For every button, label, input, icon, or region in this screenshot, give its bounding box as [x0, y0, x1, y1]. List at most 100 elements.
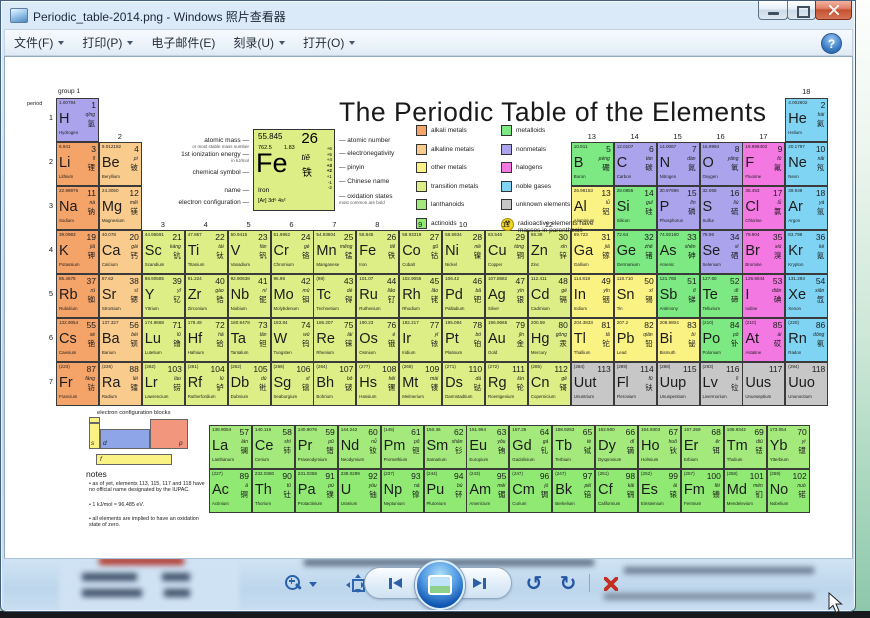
previous-button[interactable]: [382, 576, 408, 590]
chinese-name: 钨: [302, 339, 310, 348]
atomic-number: 71: [172, 320, 182, 330]
atomic-number: 82: [644, 320, 654, 330]
chinese-name: 镄: [712, 490, 720, 499]
atomic-number: 31: [601, 232, 611, 242]
element-name: Oxygen: [702, 174, 718, 179]
delete-button[interactable]: [600, 574, 622, 594]
atomic-number: 117: [768, 364, 783, 374]
group-13-label: 13: [587, 132, 596, 141]
chemical-symbol: Uup: [659, 375, 687, 391]
legend-swatch: [416, 125, 427, 136]
zoom-button[interactable]: [282, 572, 304, 594]
group-18-label: 18: [802, 87, 811, 96]
atomic-mass: 87.62: [101, 276, 114, 281]
element-name: Thorium: [254, 501, 271, 506]
photo-viewer-window: Periodic_table-2014.png - Windows 照片查看器 …: [0, 0, 856, 612]
chemical-symbol: Ge: [616, 243, 637, 259]
element-name: Gold: [488, 350, 498, 355]
s-block-letter: s: [91, 440, 95, 447]
play-slideshow-button[interactable]: [415, 560, 465, 610]
element-uut: (284) 113 Uut Ununtrium: [570, 362, 614, 406]
element-mn: 54.93804 25 Mn měng 锰 Manganese: [313, 230, 357, 274]
atomic-number: 118: [811, 364, 826, 374]
atomic-mass: 151.964: [469, 427, 486, 432]
element-name: Chlorine: [745, 218, 762, 223]
atomic-number: 44: [386, 276, 397, 286]
element-name: Antimony: [659, 306, 678, 311]
element-no: (259) 102 No nuò 锘 Nobelium: [766, 469, 810, 513]
chemical-symbol: In: [573, 287, 586, 303]
atomic-number: 67: [668, 427, 678, 437]
atomic-mass: (227): [212, 471, 223, 476]
atomic-mass: 6.941: [59, 144, 71, 149]
mouse-cursor: [828, 592, 843, 614]
atomic-mass: 35.453: [745, 188, 760, 193]
atomic-number: 112: [554, 364, 568, 374]
element-name: Cobalt: [402, 262, 415, 267]
element-name: Calcium: [101, 262, 118, 267]
rotate-counterclockwise-button[interactable]: ↺: [520, 569, 548, 597]
atomic-mass: (258): [726, 471, 738, 476]
atomic-mass: (261): [187, 364, 199, 369]
legend-label: alkali metals: [431, 127, 467, 134]
key-label-text: name —: [224, 187, 249, 194]
atomic-number: 74: [301, 320, 311, 330]
chemical-symbol: Si: [616, 199, 630, 215]
chemical-symbol: Eu: [469, 438, 488, 454]
key-atomic-mass: 55.845: [258, 132, 283, 141]
chinese-name: 镭: [130, 383, 138, 392]
zoom-dropdown[interactable]: [307, 579, 319, 589]
chinese-name: 铋: [688, 339, 696, 348]
chinese-name: 镍: [473, 251, 482, 260]
chemical-symbol: Mn: [316, 243, 337, 259]
atomic-number: 16: [730, 188, 740, 198]
element-name: Zinc: [530, 262, 540, 267]
chinese-name: 钋: [731, 339, 739, 348]
atomic-mass: 1.00794: [59, 100, 76, 105]
atomic-mass: 186.207: [316, 320, 333, 325]
atomic-number: 53: [772, 276, 783, 286]
element-name: Yttrium: [144, 306, 159, 311]
rotate-clockwise-button[interactable]: ↻: [554, 569, 582, 597]
chinese-name: 钪: [173, 251, 181, 260]
atomic-mass: 173.054: [769, 427, 787, 432]
atomic-mass: (237): [383, 471, 395, 476]
group-7-label: 7: [332, 220, 337, 229]
element-hg: 200.59 80 Hg gǒng 汞 Mercury: [527, 318, 571, 362]
chinese-name: 钡: [130, 339, 138, 348]
atomic-mass: 168.9342: [726, 427, 746, 432]
element-he: 4.002602 2 He hài 氦 Helium: [785, 98, 829, 142]
chinese-name: 锔: [540, 490, 549, 499]
element-au: 196.9665 79 Au jīn 金 Gold: [485, 318, 528, 362]
chinese-name: 钔: [755, 490, 763, 499]
chemical-symbol: Es: [641, 482, 658, 498]
atomic-mass: 102.9055: [402, 276, 422, 281]
chinese-name: 氮: [688, 163, 696, 172]
chinese-name: 𬭳: [302, 383, 310, 392]
legend-label: noble gases: [516, 182, 552, 190]
atomic-number: 13: [601, 188, 611, 198]
element-rg: (272) 111 Rg lún 𬬭 Roentgenium: [485, 362, 528, 406]
next-button[interactable]: [467, 576, 493, 590]
period-5-label: 5: [48, 289, 53, 298]
legend-transition: transition metals: [416, 180, 509, 192]
atomic-mass: (272): [488, 364, 499, 369]
chinese-name: 铑: [430, 295, 439, 304]
element-key-box: 55.845 26 762.5 1.83 Fe tiě 铁 Iron [Ar] …: [253, 129, 335, 211]
atomic-mass: (264): [316, 364, 328, 369]
key-label-pinyin: — pinyin: [339, 164, 364, 171]
atomic-mass: 85.4678: [59, 276, 76, 281]
atomic-mass: (268): [402, 364, 413, 369]
atomic-mass: 200.59: [530, 320, 545, 325]
atomic-mass: 92.90638: [230, 276, 250, 281]
chinese-name: 镝: [626, 446, 635, 455]
atomic-mass: 150.36: [426, 427, 441, 432]
chinese-name: 硅: [645, 207, 653, 216]
atomic-number: 113: [597, 364, 611, 374]
chinese-name: 锝: [344, 295, 353, 304]
element-fr: (223) 87 Fr fāng 钫 Francium: [56, 362, 99, 406]
atomic-number: 6: [648, 144, 654, 154]
chemical-symbol: Fr: [59, 375, 73, 391]
chemical-symbol: Re: [316, 331, 335, 347]
chemical-symbol: Kr: [788, 243, 803, 259]
